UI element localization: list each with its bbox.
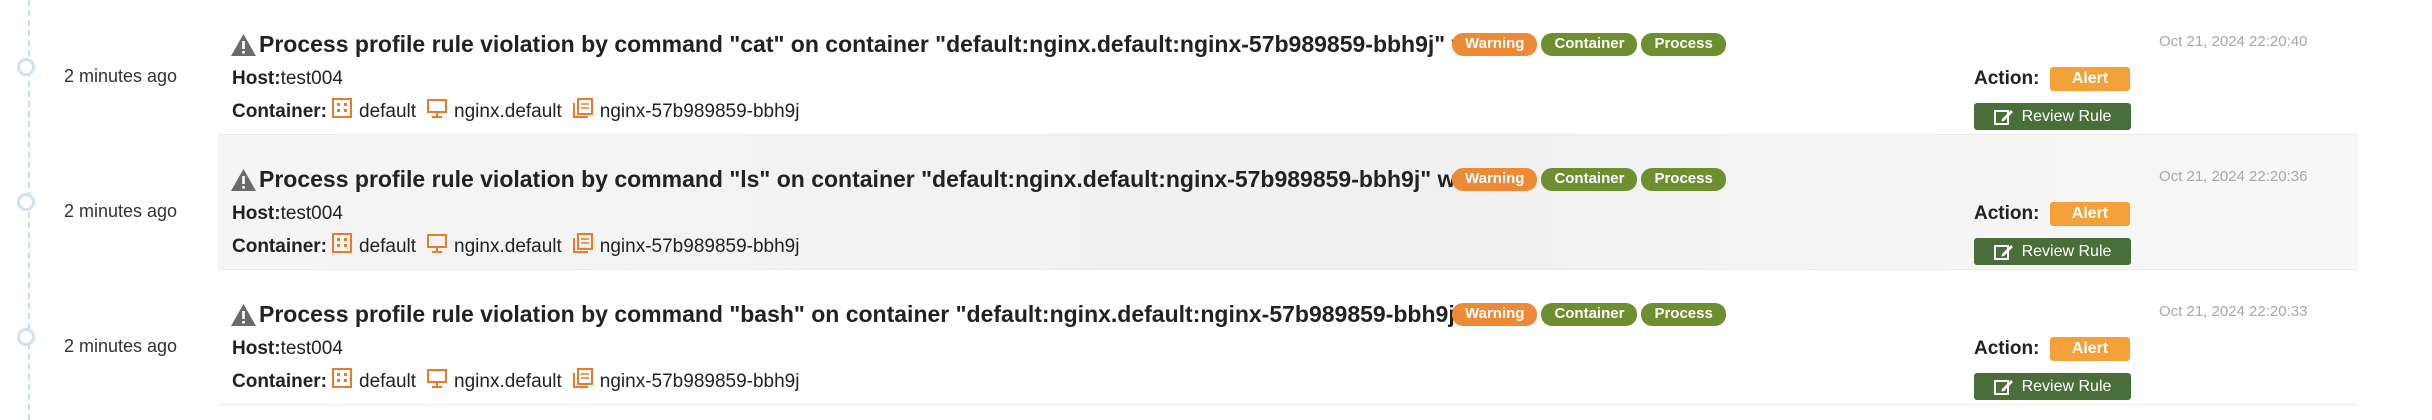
namespace-value: default: [359, 236, 417, 257]
review-rule-label: Review Rule: [2021, 377, 2112, 395]
building-icon: [332, 368, 352, 388]
namespace-value: default: [359, 371, 417, 392]
event-time-ago: 2 minutes ago: [64, 201, 178, 221]
review-rule-button[interactable]: Review Rule: [1974, 373, 2131, 400]
event-title[interactable]: Process profile rule violation by comman…: [230, 31, 1501, 58]
action-alert-badge: Alert: [2050, 67, 2130, 91]
edit-icon: [1993, 379, 2013, 395]
event-time-ago: 2 minutes ago: [64, 336, 178, 356]
event-host: Host:test004: [232, 338, 343, 360]
workload-value: nginx.default: [454, 371, 562, 392]
event-timestamp: Oct 21, 2024 22:20:40: [2159, 33, 2308, 50]
edit-icon: [1993, 244, 2013, 260]
event-item: 2 minutes ago Process profile rule viola…: [0, 0, 2432, 135]
container-label: Container:: [232, 101, 327, 122]
container-label: Container:: [232, 371, 327, 392]
action-alert-badge: Alert: [2050, 337, 2130, 361]
review-rule-label: Review Rule: [2021, 107, 2112, 125]
event-container: Container: default nginx.default nginx-5…: [232, 98, 807, 123]
action-label: Action:: [1974, 203, 2040, 224]
warning-triangle-icon: [231, 303, 256, 326]
document-stack-icon: [572, 368, 593, 388]
event-item: 2 minutes ago Process profile rule viola…: [0, 135, 2432, 270]
event-tags: Warning Container Process: [1452, 168, 1726, 191]
event-timestamp: Oct 21, 2024 22:20:33: [2159, 303, 2308, 320]
timeline-dot: [17, 193, 35, 211]
warning-badge: Warning: [1452, 33, 1538, 56]
event-container: Container: default nginx.default nginx-5…: [232, 233, 807, 258]
review-rule-label: Review Rule: [2021, 242, 2112, 260]
host-value: test004: [280, 68, 343, 89]
edit-icon: [1993, 109, 2013, 125]
warning-triangle-icon: [231, 168, 256, 191]
warning-badge: Warning: [1452, 168, 1538, 191]
action-label: Action:: [1974, 338, 2040, 359]
workload-value: nginx.default: [454, 236, 562, 257]
event-host: Host:test004: [232, 203, 343, 225]
event-item: 2 minutes ago Process profile rule viola…: [0, 270, 2432, 405]
event-timestamp: Oct 21, 2024 22:20:36: [2159, 168, 2308, 185]
container-label: Container:: [232, 236, 327, 257]
monitor-icon: [427, 369, 448, 388]
review-rule-button[interactable]: Review Rule: [1974, 103, 2131, 130]
monitor-icon: [427, 99, 448, 118]
process-badge: Process: [1641, 168, 1726, 191]
document-stack-icon: [572, 233, 593, 253]
event-title[interactable]: Process profile rule violation by comman…: [230, 166, 1500, 193]
timeline-dot: [17, 58, 35, 76]
monitor-icon: [427, 234, 448, 253]
namespace-value: default: [359, 101, 417, 122]
event-container: Container: default nginx.default nginx-5…: [232, 368, 807, 393]
process-badge: Process: [1641, 303, 1726, 326]
action-alert-badge: Alert: [2050, 202, 2130, 226]
event-title-text: Process profile rule violation by comman…: [259, 301, 1492, 327]
pod-value: nginx-57b989859-bbh9j: [599, 371, 800, 392]
container-badge: Container: [1541, 303, 1638, 326]
event-tags: Warning Container Process: [1452, 303, 1726, 326]
host-label: Host:: [232, 338, 281, 359]
event-title-text: Process profile rule violation by comman…: [259, 31, 1502, 57]
event-title[interactable]: Process profile rule violation by comman…: [230, 301, 1491, 328]
timeline-dot: [17, 328, 35, 346]
host-label: Host:: [232, 203, 281, 224]
host-value: test004: [280, 338, 343, 359]
action-label: Action:: [1974, 68, 2040, 89]
host-value: test004: [280, 203, 343, 224]
process-badge: Process: [1641, 33, 1726, 56]
document-stack-icon: [572, 98, 593, 118]
container-badge: Container: [1541, 168, 1638, 191]
workload-value: nginx.default: [454, 101, 562, 122]
host-label: Host:: [232, 68, 281, 89]
building-icon: [332, 233, 352, 253]
building-icon: [332, 98, 352, 118]
warning-triangle-icon: [231, 33, 256, 56]
event-title-text: Process profile rule violation by comman…: [259, 166, 1501, 192]
container-badge: Container: [1541, 33, 1638, 56]
pod-value: nginx-57b989859-bbh9j: [599, 236, 800, 257]
pod-value: nginx-57b989859-bbh9j: [599, 101, 800, 122]
event-time-ago: 2 minutes ago: [64, 66, 178, 86]
event-host: Host:test004: [232, 68, 343, 90]
event-tags: Warning Container Process: [1452, 33, 1726, 56]
review-rule-button[interactable]: Review Rule: [1974, 238, 2131, 265]
warning-badge: Warning: [1452, 303, 1538, 326]
